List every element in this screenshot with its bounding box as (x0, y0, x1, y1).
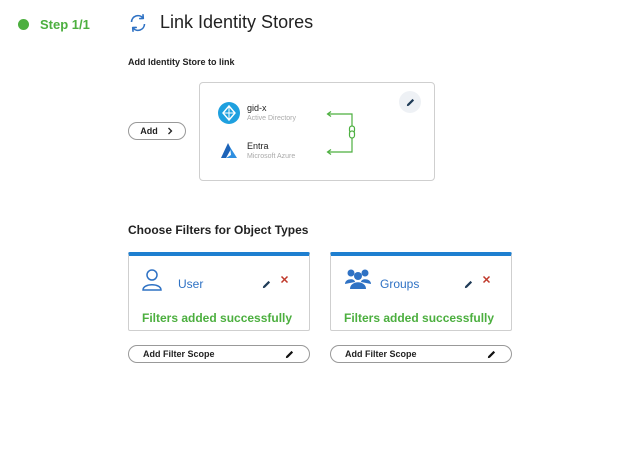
add-filter-scope-button-groups[interactable]: Add Filter Scope (330, 345, 512, 363)
filter-status: Filters added successfully (344, 311, 495, 325)
delete-user-filter-button[interactable] (280, 275, 289, 287)
step-label: Step 1/1 (40, 17, 90, 32)
filter-status: Filters added successfully (142, 311, 293, 325)
pencil-icon (464, 280, 473, 289)
user-icon (142, 269, 162, 291)
filters-heading: Choose Filters for Object Types (128, 223, 309, 237)
edit-stores-button[interactable] (399, 91, 421, 113)
pencil-icon (487, 350, 496, 358)
step-indicator: Step 1/1 (18, 17, 90, 32)
edit-user-filter-button[interactable] (261, 277, 272, 295)
azure-icon (221, 143, 237, 158)
pencil-icon (406, 98, 414, 106)
add-filter-scope-button-user[interactable]: Add Filter Scope (128, 345, 310, 363)
pencil-icon (285, 350, 294, 358)
store-type: Microsoft Azure (247, 152, 296, 160)
chevron-right-icon (167, 127, 173, 135)
object-type-card-user: User Filters added successfully (128, 252, 310, 331)
object-type-title: User (178, 277, 204, 291)
store-item-gid-x[interactable]: gid-x Active Directory (218, 102, 296, 124)
store-type: Active Directory (247, 114, 297, 122)
edit-groups-filter-button[interactable] (463, 277, 474, 295)
object-type-card-groups: Groups Filters added successfully (330, 252, 512, 331)
store-name: gid-x (247, 102, 267, 113)
page-title: Link Identity Stores (160, 12, 314, 32)
object-type-title: Groups (380, 277, 420, 291)
close-icon (280, 275, 289, 284)
active-directory-icon (218, 102, 240, 124)
store-item-entra[interactable]: Entra Microsoft Azure (218, 140, 295, 162)
stores-subtitle: Add Identity Store to link (128, 57, 235, 67)
step-status-dot (18, 19, 29, 30)
groups-icon (345, 269, 371, 289)
add-store-button[interactable]: Add (128, 122, 186, 140)
store-name: Entra (247, 140, 269, 151)
add-store-label: Add (140, 126, 158, 136)
sync-icon (130, 13, 146, 32)
add-filter-scope-label: Add Filter Scope (345, 349, 417, 359)
close-icon (482, 275, 491, 284)
add-filter-scope-label: Add Filter Scope (143, 349, 215, 359)
delete-groups-filter-button[interactable] (482, 275, 491, 287)
link-connector (326, 111, 356, 155)
page-header: Link Identity Stores (128, 12, 313, 33)
pencil-icon (262, 280, 271, 289)
